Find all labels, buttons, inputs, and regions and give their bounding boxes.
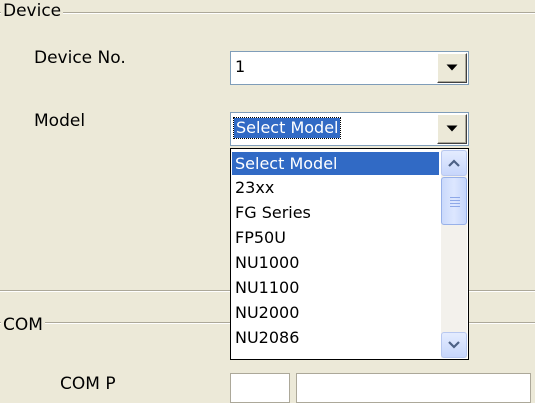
model-label: Model bbox=[34, 111, 86, 131]
list-item[interactable]: NU2000 bbox=[232, 301, 439, 324]
com-port-label-partial: COM P bbox=[60, 374, 116, 394]
vertical-scrollbar[interactable] bbox=[441, 150, 467, 358]
device-no-dropdown-button[interactable] bbox=[437, 53, 467, 83]
device-no-value: 1 bbox=[235, 57, 246, 76]
scroll-thumb[interactable] bbox=[441, 177, 467, 225]
model-dropdown-button[interactable] bbox=[437, 114, 467, 144]
model-combobox[interactable]: Select Model bbox=[230, 112, 469, 146]
list-item[interactable]: NU1100 bbox=[232, 276, 439, 299]
com-port-combobox-partial[interactable] bbox=[296, 373, 531, 403]
list-item[interactable]: FP50U bbox=[232, 226, 439, 249]
model-dropdown-list[interactable]: Select Model 23xx FG Series FP50U NU1000… bbox=[230, 148, 469, 360]
list-item[interactable]: NU1000 bbox=[232, 251, 439, 274]
list-item[interactable]: NU2086 bbox=[232, 326, 439, 349]
device-group-legend: Device bbox=[1, 1, 64, 21]
chevron-up-icon bbox=[448, 159, 460, 167]
list-item[interactable]: FG Series bbox=[232, 201, 439, 224]
chevron-down-icon bbox=[446, 125, 458, 132]
chevron-down-icon bbox=[448, 341, 460, 349]
com-group-legend: COM bbox=[1, 315, 45, 335]
list-item[interactable]: Select Model bbox=[232, 152, 439, 175]
com-port-field-partial[interactable] bbox=[230, 373, 290, 403]
chevron-down-icon bbox=[446, 64, 458, 71]
scroll-up-button[interactable] bbox=[441, 150, 467, 176]
model-value: Select Model bbox=[232, 117, 342, 139]
scroll-down-button[interactable] bbox=[441, 332, 467, 358]
device-no-combobox[interactable]: 1 bbox=[230, 51, 469, 85]
list-item[interactable]: 23xx bbox=[232, 176, 439, 199]
device-no-label: Device No. bbox=[34, 48, 126, 68]
